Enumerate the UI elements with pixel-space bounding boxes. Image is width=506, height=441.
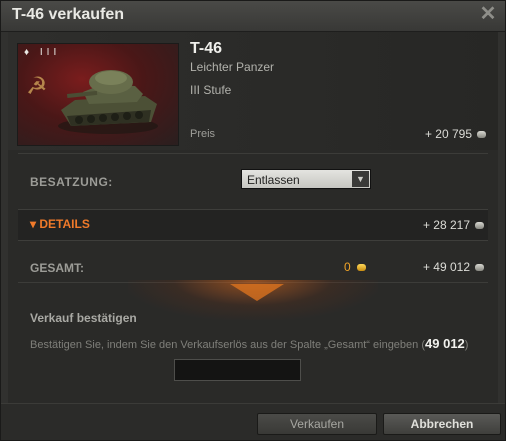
triangle-down-icon: ▾ <box>30 217 37 231</box>
details-label: DETAILS <box>39 217 90 231</box>
dialog-titlebar[interactable]: T-46 verkaufen ✕ <box>1 1 505 32</box>
confirm-amount-input[interactable] <box>174 359 301 381</box>
vehicle-tier: III Stufe <box>190 83 232 97</box>
confirm-text-before: Bestätigen Sie, indem Sie den Verkaufser… <box>30 339 426 351</box>
confirm-text-after: ) <box>464 339 469 351</box>
vehicle-image: ♦ III ☭ <box>17 43 179 146</box>
vehicle-name: T-46 <box>190 40 223 57</box>
dialog-title: T-46 verkaufen <box>12 6 125 23</box>
credits-icon <box>475 264 484 272</box>
chevron-down-icon[interactable]: ▼ <box>352 171 369 187</box>
details-value: + 28 217 <box>423 218 484 232</box>
vehicle-class: Leichter Panzer <box>190 60 275 74</box>
confirm-instructions: Bestätigen Sie, indem Sie den Verkaufser… <box>30 336 468 351</box>
cancel-button[interactable]: Abbrechen <box>383 413 501 435</box>
crew-dropdown-value: Entlassen <box>247 173 300 187</box>
price-amount: + 20 795 <box>424 127 472 141</box>
price-label: Preis <box>190 128 216 140</box>
gold-icon <box>356 264 366 272</box>
credits-icon <box>477 131 486 139</box>
price-value: + 20 795 <box>425 127 486 141</box>
total-gold: 0 <box>344 260 366 274</box>
tier-badge: ♦ III <box>24 47 61 58</box>
details-row[interactable]: ▾ DETAILS + 28 217 <box>18 209 488 241</box>
total-credits-value: + 49 012 <box>422 260 470 274</box>
sell-vehicle-dialog: T-46 verkaufen ✕ ♦ III ☭ T-46 Leichter P… <box>0 0 506 441</box>
confirm-title: Verkauf bestätigen <box>30 311 137 325</box>
crew-dropdown[interactable]: Entlassen ▼ <box>241 169 371 189</box>
credits-icon <box>475 222 484 230</box>
details-toggle[interactable]: ▾ DETAILS <box>30 217 90 231</box>
ussr-hammer-sickle-icon: ☭ <box>26 73 48 100</box>
section-arrow-icon <box>230 284 284 301</box>
total-label: GESAMT: <box>30 261 84 275</box>
sell-button[interactable]: Verkaufen <box>257 413 377 435</box>
dialog-footer: Verkaufen Abbrechen <box>1 403 505 440</box>
details-amount: + 28 217 <box>422 218 470 232</box>
dialog-body: ♦ III ☭ T-46 Leichter Panzer III Stufe P… <box>8 32 498 433</box>
vehicle-info: ♦ III ☭ T-46 Leichter Panzer III Stufe P… <box>8 32 498 150</box>
close-icon[interactable]: ✕ <box>479 4 497 24</box>
total-credits: + 49 012 <box>423 260 484 274</box>
confirm-amount: 49 012 <box>425 336 465 351</box>
tank-icon <box>58 70 158 134</box>
divider <box>18 153 488 154</box>
crew-label: BESATZUNG: <box>30 175 113 189</box>
total-gold-value: 0 <box>344 260 351 274</box>
